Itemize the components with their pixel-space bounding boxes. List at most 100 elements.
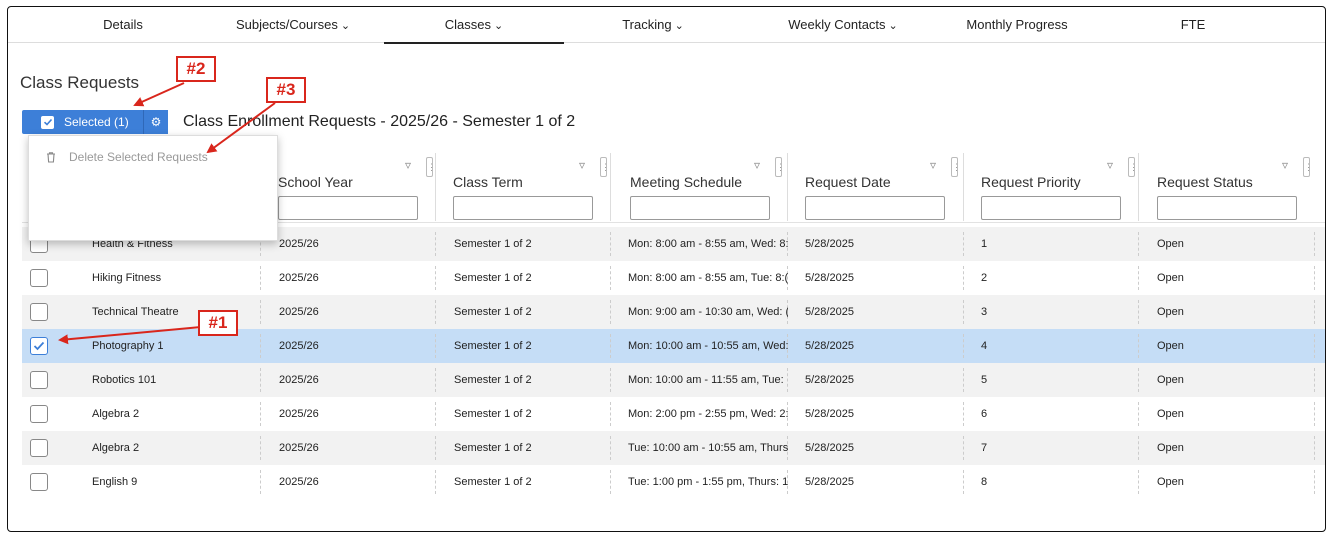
column-menu-icon[interactable]: ⋮ bbox=[951, 157, 961, 177]
cell-status: Open bbox=[1157, 374, 1184, 386]
column-menu-icon[interactable]: ⋮ bbox=[426, 157, 436, 177]
delete-selected-requests-item[interactable]: Delete Selected Requests bbox=[29, 146, 277, 168]
table-row[interactable]: Robotics 101 2025/26 Semester 1 of 2 Mon: 1… bbox=[22, 363, 1325, 397]
tab-fte[interactable]: FTE bbox=[1163, 7, 1223, 43]
cell-school-year: 2025/26 bbox=[279, 408, 319, 420]
cell-date: 5/28/2025 bbox=[805, 374, 854, 386]
trash-icon bbox=[47, 152, 55, 163]
table-row[interactable]: Hiking Fitness 2025/26 Semester 1 of 2 Mon:… bbox=[22, 261, 1325, 295]
cell-separator bbox=[435, 232, 436, 256]
cell-class-name: Algebra 2 bbox=[92, 408, 140, 420]
cell-term: Semester 1 of 2 bbox=[454, 374, 532, 386]
cell-separator bbox=[1314, 300, 1315, 324]
tab-label: Monthly Progress bbox=[966, 17, 1068, 32]
cell-date: 5/28/2025 bbox=[805, 306, 854, 318]
annotation-2: #2 bbox=[176, 56, 216, 82]
filter-icon[interactable]: ▿ bbox=[754, 158, 760, 172]
tab-label: Classes bbox=[444, 17, 492, 32]
cell-schedule: Mon: 8:00 am - 8:55 am, Tue: 8:( bbox=[628, 272, 788, 284]
row-checkbox[interactable] bbox=[30, 337, 48, 355]
selected-button[interactable]: Selected (1) bbox=[22, 110, 150, 134]
table-row[interactable]: English 9 2025/26 Semester 1 of 2 Tue: 1:00… bbox=[22, 465, 1325, 499]
cell-separator bbox=[1314, 334, 1315, 358]
chevron-down-icon: ⌄ bbox=[674, 20, 684, 32]
cell-schedule: Mon: 10:00 am - 10:55 am, Wed: bbox=[628, 340, 788, 352]
column-menu-icon[interactable]: ⋮ bbox=[775, 157, 785, 177]
tab-label: Weekly Contacts bbox=[788, 17, 886, 32]
column-header-school-year[interactable]: School Year ▿ ⋮ bbox=[260, 147, 436, 223]
column-header-request-status[interactable]: Request Status ▿ ⋮ bbox=[1139, 147, 1315, 223]
cell-status: Open bbox=[1157, 272, 1184, 284]
chevron-down-icon: ⌄ bbox=[340, 20, 351, 32]
cell-schedule: Tue: 1:00 pm - 1:55 pm, Thurs: 1 bbox=[628, 476, 788, 488]
cell-schedule: Mon: 8:00 am - 8:55 am, Wed: 8: bbox=[628, 238, 788, 250]
tab-classes[interactable]: Classes ⌄ bbox=[384, 7, 564, 44]
cell-separator bbox=[260, 402, 261, 426]
cell-separator bbox=[1138, 232, 1139, 256]
cell-separator bbox=[435, 470, 436, 494]
cell-separator bbox=[610, 232, 611, 256]
cell-separator bbox=[963, 334, 964, 358]
table-row[interactable]: Algebra 2 2025/26 Semester 1 of 2 Mon: 2:00… bbox=[22, 397, 1325, 431]
cell-status: Open bbox=[1157, 442, 1184, 454]
cell-separator bbox=[1314, 436, 1315, 460]
filter-icon[interactable]: ▿ bbox=[930, 158, 936, 172]
annotation-3: #3 bbox=[266, 77, 306, 103]
cell-status: Open bbox=[1157, 340, 1184, 352]
column-menu-icon[interactable]: ⋮ bbox=[1303, 157, 1313, 177]
cell-separator bbox=[435, 300, 436, 324]
cell-priority: 8 bbox=[981, 476, 988, 488]
cell-separator bbox=[1314, 368, 1315, 392]
cell-separator bbox=[1314, 470, 1315, 494]
filter-input-request-priority[interactable] bbox=[981, 196, 1121, 220]
cell-class-name: English 9 bbox=[92, 476, 138, 488]
filter-input-request-status[interactable] bbox=[1157, 196, 1297, 220]
cell-schedule: Mon: 10:00 am - 11:55 am, Tue: bbox=[628, 374, 784, 386]
filter-input-school-year[interactable] bbox=[278, 196, 418, 220]
table-row[interactable]: Algebra 2 2025/26 Semester 1 of 2 Tue: 10:0… bbox=[22, 431, 1325, 465]
column-header-request-priority[interactable]: Request Priority ▿ ⋮ bbox=[963, 147, 1139, 223]
cell-school-year: 2025/26 bbox=[279, 238, 319, 250]
gear-button[interactable]: ⚙ bbox=[143, 110, 168, 134]
row-checkbox[interactable] bbox=[30, 405, 48, 423]
cell-separator bbox=[610, 436, 611, 460]
cell-date: 5/28/2025 bbox=[805, 272, 854, 284]
row-checkbox[interactable] bbox=[30, 439, 48, 457]
cell-priority: 2 bbox=[981, 272, 988, 284]
filter-icon[interactable]: ▿ bbox=[1107, 158, 1113, 172]
filter-input-class-term[interactable] bbox=[453, 196, 593, 220]
cell-priority: 6 bbox=[981, 408, 988, 420]
row-checkbox[interactable] bbox=[30, 269, 48, 287]
cell-separator bbox=[260, 368, 261, 392]
filter-icon[interactable]: ▿ bbox=[579, 158, 585, 172]
column-header-request-date[interactable]: Request Date ▿ ⋮ bbox=[787, 147, 963, 223]
cell-separator bbox=[963, 368, 964, 392]
column-header-meeting-schedule[interactable]: Meeting Schedule ▿ ⋮ bbox=[612, 147, 787, 223]
cell-separator bbox=[435, 266, 436, 290]
row-checkbox[interactable] bbox=[30, 303, 48, 321]
cell-school-year: 2025/26 bbox=[279, 476, 319, 488]
annotation-1: #1 bbox=[198, 310, 238, 336]
row-checkbox[interactable] bbox=[30, 371, 48, 389]
column-menu-icon[interactable]: ⋮ bbox=[1128, 157, 1138, 177]
cell-term: Semester 1 of 2 bbox=[454, 476, 532, 488]
cell-separator bbox=[260, 334, 261, 358]
row-checkbox[interactable] bbox=[30, 473, 48, 491]
cell-separator bbox=[435, 368, 436, 392]
cell-separator bbox=[610, 334, 611, 358]
tab-details[interactable]: Details bbox=[83, 7, 163, 43]
cell-date: 5/28/2025 bbox=[805, 340, 854, 352]
tab-weekly-contacts[interactable]: Weekly Contacts ⌄ bbox=[778, 7, 908, 43]
filter-input-meeting-schedule[interactable] bbox=[630, 196, 770, 220]
filter-icon[interactable]: ▿ bbox=[405, 158, 411, 172]
filter-icon[interactable]: ▿ bbox=[1282, 158, 1288, 172]
filter-input-request-date[interactable] bbox=[805, 196, 945, 220]
tab-monthly-progress[interactable]: Monthly Progress bbox=[952, 7, 1082, 43]
cell-school-year: 2025/26 bbox=[279, 272, 319, 284]
column-label: Request Priority bbox=[981, 174, 1081, 190]
tab-subjects-courses[interactable]: Subjects/Courses ⌄ bbox=[218, 7, 368, 43]
cell-separator bbox=[435, 436, 436, 460]
column-header-class-term[interactable]: Class Term ▿ ⋮ bbox=[435, 147, 610, 223]
tab-tracking[interactable]: Tracking ⌄ bbox=[603, 7, 703, 43]
column-menu-icon[interactable]: ⋮ bbox=[600, 157, 610, 177]
